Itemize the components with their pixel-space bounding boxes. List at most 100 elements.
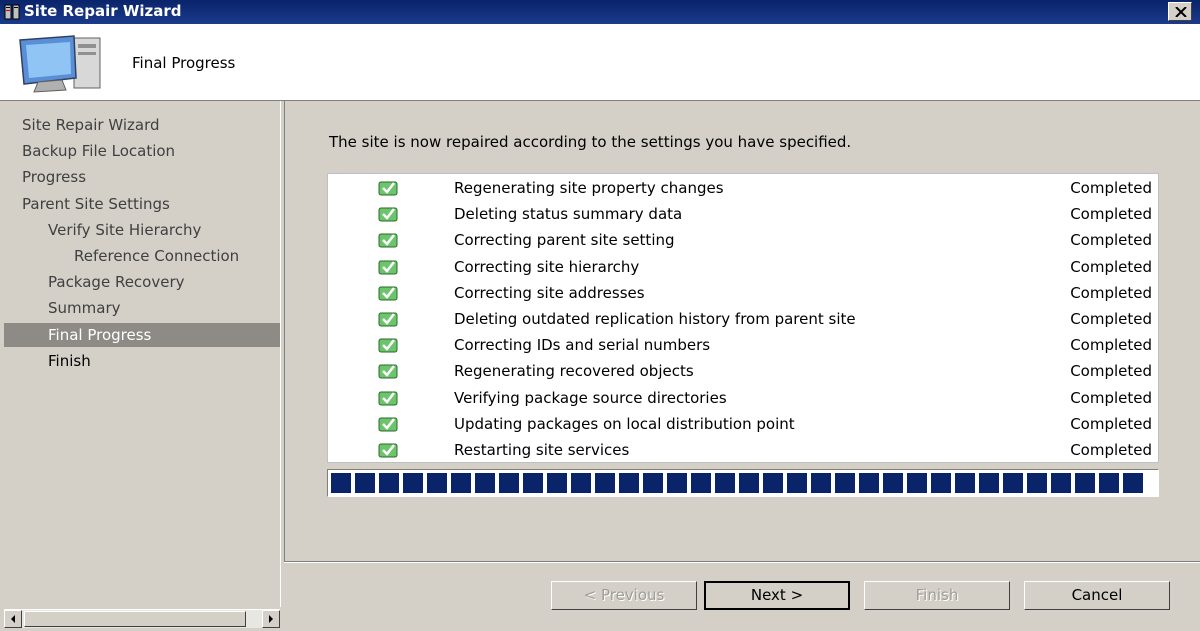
header-title: Final Progress [132, 54, 236, 72]
progress-fill [331, 473, 1143, 493]
check-icon [378, 364, 398, 379]
scroll-right-button[interactable] [262, 610, 280, 628]
close-button[interactable] [1168, 2, 1192, 21]
progress-block [499, 473, 519, 493]
task-name: Correcting site hierarchy [454, 257, 640, 276]
progress-block [859, 473, 879, 493]
task-name: Deleting status summary data [454, 205, 683, 224]
arrow-left-icon [11, 615, 15, 623]
check-icon [378, 260, 398, 275]
task-status: Completed [1070, 414, 1152, 433]
sidebar-item-backup-file-location: Backup File Location [22, 139, 175, 163]
sidebar-item-final-progress: Final Progress [4, 322, 280, 347]
check-icon [378, 181, 398, 196]
sidebar-item-label: Final Progress [48, 325, 152, 344]
previous-button[interactable]: < Previous [551, 581, 697, 610]
task-name: Verifying package source directories [454, 388, 727, 407]
progress-block [955, 473, 975, 493]
sidebar-horizontal-scrollbar[interactable] [4, 609, 280, 628]
sidebar-item-label: Parent Site Settings [22, 194, 170, 213]
task-row: Correcting site hierarchy Completed [328, 255, 1160, 281]
sidebar-item-label: Site Repair Wizard [22, 116, 160, 134]
check-icon [378, 391, 398, 406]
progress-block [739, 473, 759, 493]
check-icon [378, 443, 398, 458]
task-status: Completed [1070, 310, 1152, 328]
progress-block [331, 473, 351, 493]
task-name: Correcting IDs and serial numbers [454, 336, 711, 355]
next-button[interactable]: Next > [704, 581, 850, 610]
task-list: Regenerating site property changes Comple… [327, 173, 1159, 463]
task-status: Completed [1070, 205, 1152, 224]
scroll-left-button[interactable] [4, 610, 22, 628]
cancel-button[interactable]: Cancel [1024, 581, 1170, 610]
task-row: Restarting site services Completed [328, 438, 1160, 464]
task-name: Updating packages on local distribution … [454, 414, 795, 433]
task-row: Correcting parent site setting Completed [328, 228, 1160, 254]
check-icon [378, 338, 398, 353]
progress-block [715, 473, 735, 493]
wizard-header: Final Progress [0, 24, 1200, 101]
progress-block [475, 473, 495, 493]
task-row: Regenerating site property changes Comple… [328, 176, 1160, 202]
close-icon [1175, 7, 1187, 17]
intro-text: The site is now repaired according to th… [329, 133, 852, 151]
progress-bar [327, 469, 1159, 497]
task-row: Correcting site addresses Completed [328, 281, 1160, 307]
check-icon [378, 312, 398, 327]
wizard-steps-sidebar: Site Repair Wizard Backup File Location Pr… [4, 101, 281, 607]
sidebar-item-label: Progress [22, 168, 87, 187]
sidebar-item-label: Summary [48, 299, 121, 318]
progress-block [619, 473, 639, 493]
sidebar-item-reference-connection: Reference Connection [74, 244, 239, 268]
sidebar-item-label: Finish [48, 351, 91, 370]
button-divider [284, 561, 1200, 563]
arrow-right-icon [269, 615, 273, 623]
check-icon [378, 286, 398, 301]
sidebar-item-finish: Finish [48, 349, 91, 373]
title-bar[interactable]: Site Repair Wizard [0, 0, 1200, 24]
task-status: Completed [1070, 441, 1152, 459]
progress-block [355, 473, 375, 493]
progress-block [1099, 473, 1119, 493]
progress-block [787, 473, 807, 493]
wizard-content: The site is now repaired according to th… [284, 101, 1200, 561]
server-icon [4, 4, 20, 20]
progress-block [811, 473, 831, 493]
task-status: Completed [1070, 257, 1152, 276]
task-name: Correcting parent site setting [454, 231, 675, 250]
task-name: Regenerating site property changes [454, 179, 724, 197]
task-row: Deleting status summary data Completed [328, 202, 1160, 228]
sidebar-item-label: Reference Connection [74, 247, 240, 265]
progress-block [379, 473, 399, 493]
check-icon [378, 207, 398, 222]
sidebar-item-label: Backup File Location [22, 142, 176, 161]
progress-block [691, 473, 711, 493]
sidebar-item-verify-site-hierarchy: Verify Site Hierarchy [48, 218, 201, 242]
computer-icon [19, 35, 101, 93]
progress-block [403, 473, 423, 493]
progress-block [883, 473, 903, 493]
progress-block [667, 473, 687, 493]
progress-block [931, 473, 951, 493]
task-status: Completed [1070, 336, 1152, 355]
finish-button[interactable]: Finish [864, 581, 1010, 610]
sidebar-item-label: Verify Site Hierarchy [48, 220, 202, 239]
progress-block [1051, 473, 1071, 493]
task-row: Correcting IDs and serial numbers Complet… [328, 333, 1160, 359]
task-row: Verifying package source directories Comp… [328, 386, 1160, 412]
window-title: Site Repair Wizard [24, 2, 182, 20]
task-name: Deleting outdated replication history fr… [454, 310, 856, 328]
progress-block [1123, 473, 1143, 493]
progress-block [979, 473, 999, 493]
progress-block [523, 473, 543, 493]
task-status: Completed [1070, 388, 1152, 407]
progress-block [643, 473, 663, 493]
progress-block [763, 473, 783, 493]
task-status: Completed [1070, 231, 1152, 250]
progress-block [451, 473, 471, 493]
sidebar-item-summary: Summary [48, 296, 121, 320]
task-row: Updating packages on local distribution … [328, 412, 1160, 438]
scroll-thumb[interactable] [24, 611, 246, 627]
progress-block [427, 473, 447, 493]
